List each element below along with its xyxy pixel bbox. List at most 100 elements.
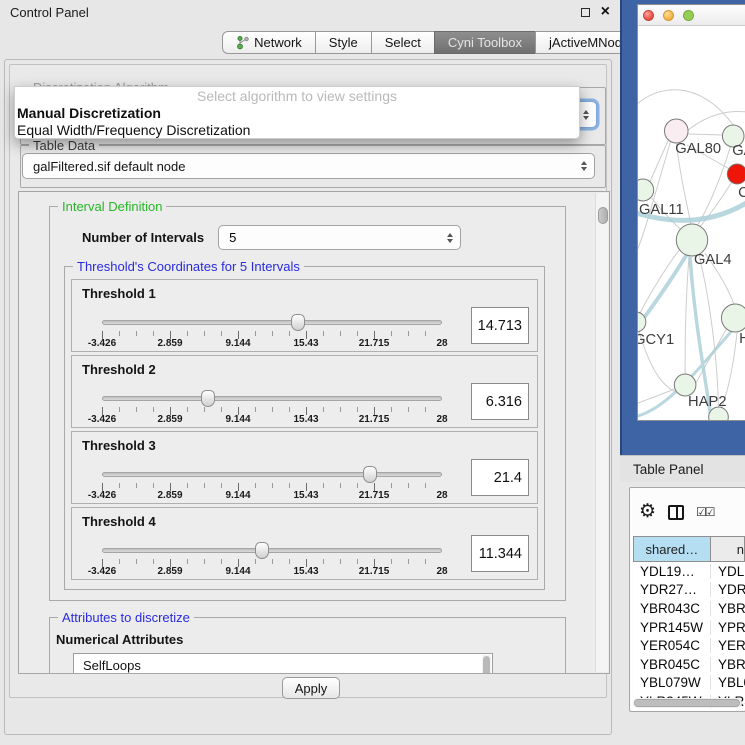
table-cell[interactable]: YDR27… [633, 582, 711, 597]
table-row[interactable]: YPR145W YPR1 [633, 618, 745, 637]
node-gal80[interactable] [665, 119, 689, 143]
tab-network[interactable]: Network [222, 31, 316, 54]
mac-zoom-button[interactable] [683, 10, 694, 21]
node-hap2[interactable] [674, 374, 696, 396]
node-red-selected[interactable] [727, 164, 745, 184]
control-panel: Control Panel × Network Style Select Cyn… [0, 0, 620, 745]
group-title: Interval Definition [58, 199, 166, 214]
tick-label: 9.144 [225, 338, 250, 349]
tick-label: 15.43 [293, 338, 318, 349]
screen: Control Panel × Network Style Select Cyn… [0, 0, 745, 745]
tick-label: -3.426 [88, 338, 116, 349]
tab-cyni-toolbox[interactable]: Cyni Toolbox [434, 31, 536, 54]
table-cell[interactable]: YBL079W [633, 675, 711, 690]
settings-scroll-area: Interval Definition Number of Intervals … [18, 191, 610, 674]
apply-button[interactable]: Apply [282, 677, 340, 699]
number-of-intervals-combobox[interactable]: 5 [218, 225, 461, 250]
combobox-value: 5 [229, 230, 236, 245]
scrollbar-thumb[interactable] [634, 699, 740, 707]
dropdown-option-equal-width-frequency[interactable]: Equal Width/Frequency Discretization [17, 122, 577, 139]
scrollbar-thumb[interactable] [598, 207, 608, 224]
tab-style[interactable]: Style [315, 31, 372, 54]
table-cell[interactable]: YBL0 [711, 675, 745, 690]
thresholds-group: Threshold's Coordinates for 5 Intervals … [64, 266, 545, 590]
mac-close-button[interactable] [643, 10, 654, 21]
column-header-name[interactable]: n [710, 536, 745, 562]
threshold-value-field[interactable]: 6.316 [471, 383, 529, 420]
tick-label: 9.144 [225, 414, 250, 425]
table-cell[interactable]: YPR1 [711, 620, 745, 635]
node-right[interactable] [721, 304, 745, 332]
table-header: shared… n [633, 536, 745, 562]
table-row[interactable]: YER054C YER0 [633, 636, 745, 655]
threshold-label: Threshold 4 [82, 514, 156, 529]
table-row[interactable]: YDR27… YDR2 [633, 581, 745, 600]
column-view-icon[interactable] [668, 505, 684, 520]
slider-thumb[interactable] [363, 466, 377, 483]
float-window-icon[interactable] [581, 8, 590, 17]
updown-stepper-icon [447, 233, 453, 243]
slider-thumb[interactable] [255, 542, 269, 559]
threshold-slider[interactable] [102, 396, 442, 401]
tick-label: 2.859 [157, 490, 182, 501]
threshold-slider[interactable] [102, 472, 442, 477]
table-row[interactable]: YBL079W YBL0 [633, 674, 745, 693]
discretize-data-panel: Discretization Algorithm Table Data galF… [9, 64, 607, 698]
tab-label: Style [329, 35, 358, 50]
table-cell[interactable]: YER0 [711, 638, 745, 653]
slider-thumb[interactable] [291, 314, 305, 331]
column-header-shared-name[interactable]: shared… [633, 536, 711, 562]
table-data-combobox[interactable]: galFiltered.sif default node [22, 153, 595, 179]
table-row[interactable]: YDL19… YDL1 [633, 562, 745, 581]
network-canvas[interactable]: GAL80 GA GAL11 C GAL4 GCY1 H HAP2 [638, 26, 745, 420]
threshold-value-field[interactable]: 21.4 [471, 459, 529, 496]
threshold-slider[interactable] [102, 320, 442, 325]
tab-label: Network [254, 35, 302, 50]
tab-label: Select [385, 35, 421, 50]
table-row[interactable]: YBR043C YBR0 [633, 599, 745, 618]
threshold-slider[interactable] [102, 548, 442, 553]
node-label: GAL4 [694, 252, 732, 268]
list-scrollbar[interactable] [482, 655, 491, 674]
table-row[interactable]: YBR045C YBR0 [633, 655, 745, 674]
table-cell[interactable]: YDL1 [711, 564, 745, 579]
node-gal11[interactable] [638, 179, 654, 201]
group-title: Table Data [29, 138, 99, 153]
scrollbar-thumb[interactable] [483, 656, 490, 674]
table-cell[interactable]: YBR0 [711, 657, 745, 672]
slider-tick-labels: -3.426 2.859 9.144 15.43 21.715 28 [102, 490, 442, 502]
control-panel-titlebar: Control Panel × [0, 0, 620, 24]
node-label: GAL11 [639, 202, 684, 218]
numerical-attributes-label: Numerical Attributes [56, 632, 565, 647]
threshold-label: Threshold 3 [82, 438, 156, 453]
threshold-value-field[interactable]: 14.713 [471, 307, 529, 344]
tick-label: 9.144 [225, 490, 250, 501]
threshold-panel: Threshold 2 -3.426 2.859 9.144 15.43 21.… [71, 355, 538, 428]
dropdown-option-manual-discretization[interactable]: Manual Discretization [17, 105, 577, 122]
tick-label: 28 [436, 566, 447, 577]
tick-label: 28 [436, 338, 447, 349]
node-label: GCY1 [638, 332, 674, 348]
table-cell[interactable]: YBR045C [633, 657, 711, 672]
gear-icon[interactable]: ⚙ [639, 503, 656, 521]
slider-thumb[interactable] [201, 390, 215, 407]
node-label: HAP2 [688, 394, 726, 410]
table-cell[interactable]: YDR2 [711, 582, 745, 597]
table-cell[interactable]: YPR145W [633, 620, 711, 635]
list-item[interactable]: SelfLoops [74, 656, 492, 674]
table-cell[interactable]: YBR0 [711, 601, 745, 616]
table-cell[interactable]: YER054C [633, 638, 711, 653]
mac-minimize-button[interactable] [663, 10, 674, 21]
number-of-intervals-label: Number of Intervals [82, 230, 204, 245]
horizontal-scrollbar[interactable] [633, 698, 742, 708]
tab-select[interactable]: Select [371, 31, 435, 54]
vertical-scrollbar[interactable] [595, 193, 608, 672]
algorithm-dropdown-popup: Select algorithm to view settings Manual… [14, 86, 580, 139]
table-cell[interactable]: YDL19… [633, 564, 711, 579]
threshold-value-field[interactable]: 11.344 [471, 535, 529, 572]
checkbox-icons[interactable]: ☑☑ [696, 505, 714, 519]
close-icon[interactable]: × [601, 7, 610, 17]
tick-label: 21.715 [359, 414, 390, 425]
number-of-intervals-row: Number of Intervals 5 [82, 225, 557, 250]
table-cell[interactable]: YBR043C [633, 601, 711, 616]
